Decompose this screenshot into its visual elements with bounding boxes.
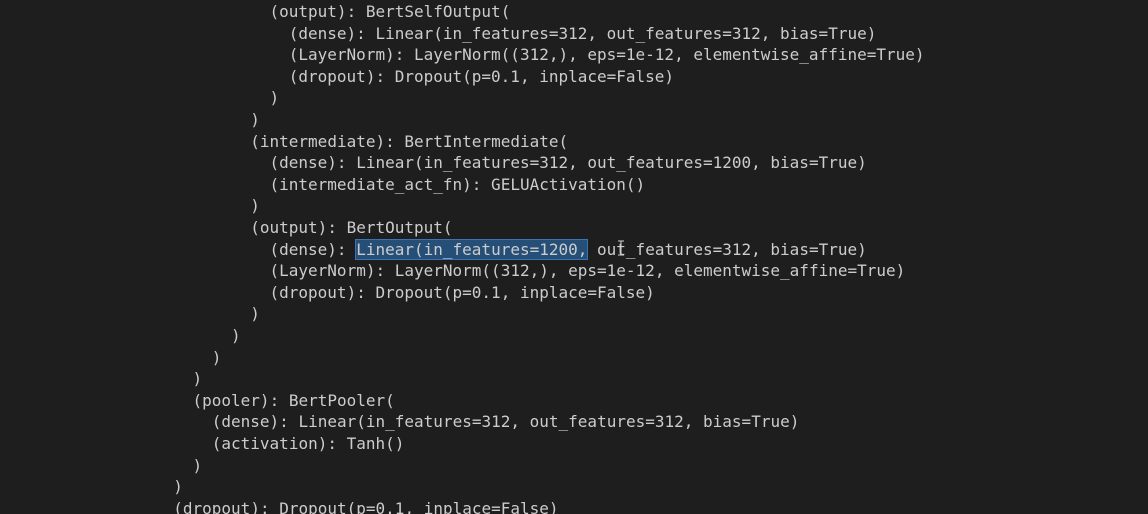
output-line: ): [231, 325, 241, 347]
output-line-text: out_features=312, bias=True): [587, 239, 867, 259]
notebook-output-panel[interactable]: (output): BertSelfOutput( (dense): Linear…: [0, 0, 1148, 514]
output-line: ): [250, 195, 260, 217]
output-line-text: ): [250, 304, 260, 324]
output-line-text: ): [192, 369, 203, 389]
output-line: (dropout): Dropout(p=0.1, inplace=False): [173, 498, 558, 514]
output-line: (dropout): Dropout(p=0.1, inplace=False): [270, 282, 655, 304]
output-line-text: (dense): Linear(in_features=312, out_fea…: [211, 412, 800, 432]
output-line: (dropout): Dropout(p=0.1, inplace=False): [289, 66, 674, 88]
output-line: (output): BertSelfOutput(: [270, 1, 511, 23]
output-line-text: (intermediate): BertIntermediate(: [250, 131, 569, 151]
output-line: (dense): Linear(in_features=312, out_fea…: [212, 411, 800, 433]
output-line: (dense): Linear(in_features=312, out_fea…: [270, 152, 867, 174]
output-line-text: (intermediate_act_fn): GELUActivation(): [269, 174, 646, 194]
output-line: (pooler): BertPooler(: [193, 390, 395, 412]
output-line: ): [250, 109, 260, 131]
output-line-text: (dense): Linear(in_features=312, out_fea…: [269, 153, 867, 173]
output-line: (dense): Linear(in_features=312, out_fea…: [289, 23, 877, 45]
output-line: ): [193, 455, 203, 477]
selected-text: Linear(in_features=1200,: [355, 238, 589, 260]
output-line-text: (dense):: [269, 239, 357, 259]
output-line-text: ): [192, 455, 203, 475]
output-line-text: ): [211, 347, 222, 367]
output-line: ): [173, 476, 183, 498]
output-line-text: (dropout): Dropout(p=0.1, inplace=False): [269, 282, 655, 302]
output-line-text: (LayerNorm): LayerNorm((312,), eps=1e-12…: [288, 45, 925, 65]
output-line: (output): BertOutput(: [250, 217, 452, 239]
output-line-text: (pooler): BertPooler(: [192, 390, 395, 410]
output-line-text: (activation): Tanh(): [211, 434, 405, 453]
output-line-text: ): [231, 326, 241, 345]
output-line: (LayerNorm): LayerNorm((312,), eps=1e-12…: [289, 44, 925, 66]
output-line: (dense): Linear(in_features=1200, out_fe…: [269, 238, 867, 261]
output-line: (LayerNorm): LayerNorm((312,), eps=1e-12…: [270, 260, 906, 282]
output-line-text: (LayerNorm): LayerNorm((312,), eps=1e-12…: [269, 261, 906, 281]
output-line: (activation): Tanh(): [212, 433, 405, 455]
output-line-text: (output): BertSelfOutput(: [269, 2, 511, 21]
output-line-text: ): [250, 110, 260, 129]
text-cursor-icon: [618, 240, 624, 256]
output-line-text: ): [250, 196, 260, 216]
output-line-text: (dropout): Dropout(p=0.1, inplace=False): [288, 66, 675, 86]
output-line: ): [250, 303, 260, 325]
output-line-text: ): [173, 477, 183, 497]
output-line: ): [270, 87, 280, 109]
output-line: ): [193, 368, 203, 390]
output-line: (intermediate): BertIntermediate(: [250, 131, 568, 153]
output-line-text: ): [269, 88, 280, 108]
output-line-text: (dense): Linear(in_features=312, out_fea…: [288, 23, 877, 43]
output-line: (intermediate_act_fn): GELUActivation(): [270, 174, 646, 196]
output-line: ): [212, 347, 222, 369]
output-line-text: (dropout): Dropout(p=0.1, inplace=False): [173, 498, 559, 514]
output-line-text: (output): BertOutput(: [250, 218, 453, 237]
